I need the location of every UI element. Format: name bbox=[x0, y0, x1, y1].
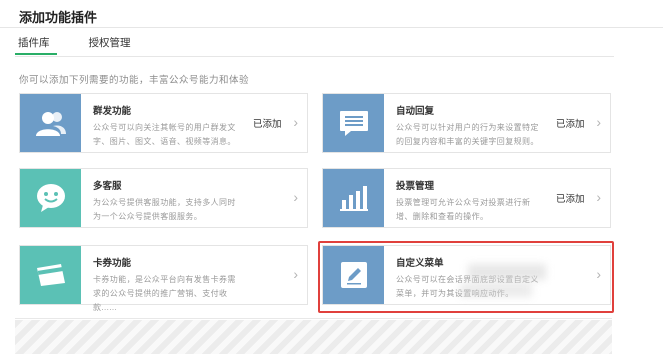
chevron-right-icon: › bbox=[596, 189, 601, 205]
bottom-divider bbox=[15, 318, 612, 319]
plugin-status: 已添加 bbox=[556, 194, 585, 205]
page-title: 添加功能插件 bbox=[19, 10, 98, 25]
chevron-right-icon: › bbox=[293, 266, 298, 282]
tab-authorization[interactable]: 授权管理 bbox=[86, 36, 134, 55]
chevron-right-icon: › bbox=[293, 114, 298, 130]
title-divider bbox=[0, 27, 663, 28]
tab-plugin-library[interactable]: 插件库 bbox=[15, 36, 56, 55]
plugin-name: 卡券功能 bbox=[93, 258, 132, 269]
card-icon bbox=[36, 264, 65, 286]
plugin-card-vote[interactable]: 投票管理 投票管理可允许公众号对投票进行新增、删除和查看的操作。 已添加 › bbox=[322, 168, 611, 228]
hatched-placeholder bbox=[15, 320, 612, 354]
plugin-name: 自定义菜单 bbox=[396, 258, 444, 269]
plugin-desc: 公众号可以向关注其帐号的用户群发文字、图片、图文、语音、视频等消息。 bbox=[93, 123, 236, 146]
chat-face-icon bbox=[36, 184, 65, 212]
tabs-divider bbox=[15, 56, 614, 57]
tab-bar: 插件库 授权管理 bbox=[15, 36, 167, 56]
plugin-name: 投票管理 bbox=[396, 181, 435, 192]
plugin-desc: 卡券功能，是公众平台向有发售卡券需求的公众号提供的推广营销、支付收款...... bbox=[93, 275, 236, 312]
plugin-name: 群发功能 bbox=[93, 106, 132, 117]
plugin-name: 多客服 bbox=[93, 181, 122, 192]
chevron-right-icon: › bbox=[596, 114, 601, 130]
chevron-right-icon: › bbox=[293, 189, 298, 205]
users-icon bbox=[35, 112, 66, 136]
plugin-status: 已添加 bbox=[253, 119, 282, 130]
bar-chart-icon bbox=[339, 186, 368, 211]
plugin-tile bbox=[323, 169, 384, 227]
plugin-card-coupon[interactable]: 卡券功能 卡券功能，是公众平台向有发售卡券需求的公众号提供的推广营销、支付收款.… bbox=[19, 245, 308, 312]
plugin-name: 自动回复 bbox=[396, 106, 435, 117]
plugin-desc: 投票管理可允许公众号对投票进行新增、删除和查看的操作。 bbox=[396, 198, 531, 221]
message-icon bbox=[339, 111, 368, 136]
chevron-right-icon: › bbox=[596, 266, 601, 282]
intro-text: 你可以添加下列需要的功能，丰富公众号能力和体验 bbox=[19, 75, 250, 86]
plugin-status: 已添加 bbox=[556, 119, 585, 130]
plugin-tile bbox=[20, 246, 81, 304]
plugin-tile bbox=[323, 246, 384, 304]
plugin-tile bbox=[20, 169, 81, 227]
plugin-tile bbox=[323, 94, 384, 152]
plugin-tile bbox=[20, 94, 81, 152]
plugin-card-customer-service[interactable]: 多客服 为公众号提供客服功能，支持多人同时为一个公众号提供客服服务。 › bbox=[19, 168, 308, 228]
plugin-desc: 为公众号提供客服功能，支持多人同时为一个公众号提供客服服务。 bbox=[93, 198, 236, 221]
edit-icon bbox=[340, 262, 367, 288]
blur-overlay bbox=[468, 264, 546, 280]
blur-overlay bbox=[460, 283, 532, 297]
plugin-card-mass-send[interactable]: 群发功能 公众号可以向关注其帐号的用户群发文字、图片、图文、语音、视频等消息。 … bbox=[19, 93, 308, 153]
plugin-card-auto-reply[interactable]: 自动回复 公众号可以针对用户的行为来设置特定的回复内容和丰富的关键字回复规则。 … bbox=[322, 93, 611, 153]
plugin-desc: 公众号可以针对用户的行为来设置特定的回复内容和丰富的关键字回复规则。 bbox=[396, 123, 539, 146]
